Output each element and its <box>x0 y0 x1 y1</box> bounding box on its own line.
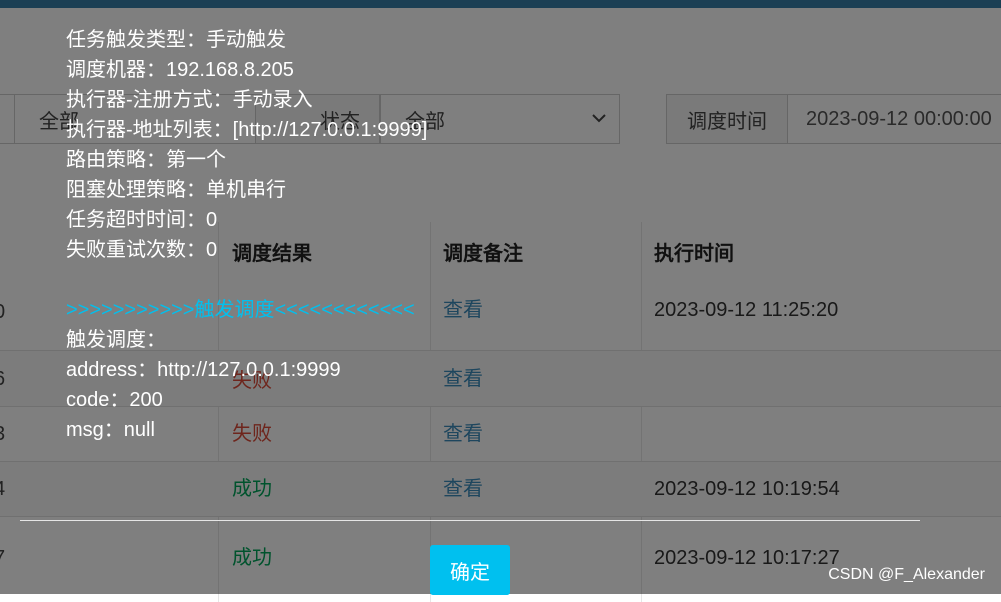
log-line: 调度机器：192.168.8.205 <box>66 59 294 81</box>
watermark: CSDN @F_Alexander <box>828 566 985 583</box>
confirm-button[interactable]: 确定 <box>430 545 510 595</box>
log-line: code：200 <box>66 389 163 411</box>
log-line: 路由策略：第一个 <box>66 149 226 171</box>
log-line: address：http://127.0.0.1:9999 <box>66 359 341 381</box>
trigger-divider-line: >>>>>>>>>>>触发调度<<<<<<<<<<<< <box>66 299 415 321</box>
log-line: 执行器-地址列表：[http://127.0.0.1:9999] <box>66 119 428 141</box>
trigger-log-message: 任务触发类型：手动触发 调度机器：192.168.8.205 执行器-注册方式：… <box>66 25 526 445</box>
dialog-footer-divider <box>20 520 920 521</box>
log-line: msg：null <box>66 419 155 441</box>
log-line: 阻塞处理策略：单机串行 <box>66 179 286 201</box>
log-line: 失败重试次数：0 <box>66 239 218 261</box>
log-line: 任务触发类型：手动触发 <box>66 29 286 51</box>
log-line: 触发调度： <box>66 329 166 351</box>
log-line: 任务超时时间：0 <box>66 209 218 231</box>
log-line: 执行器-注册方式：手动录入 <box>66 89 313 111</box>
